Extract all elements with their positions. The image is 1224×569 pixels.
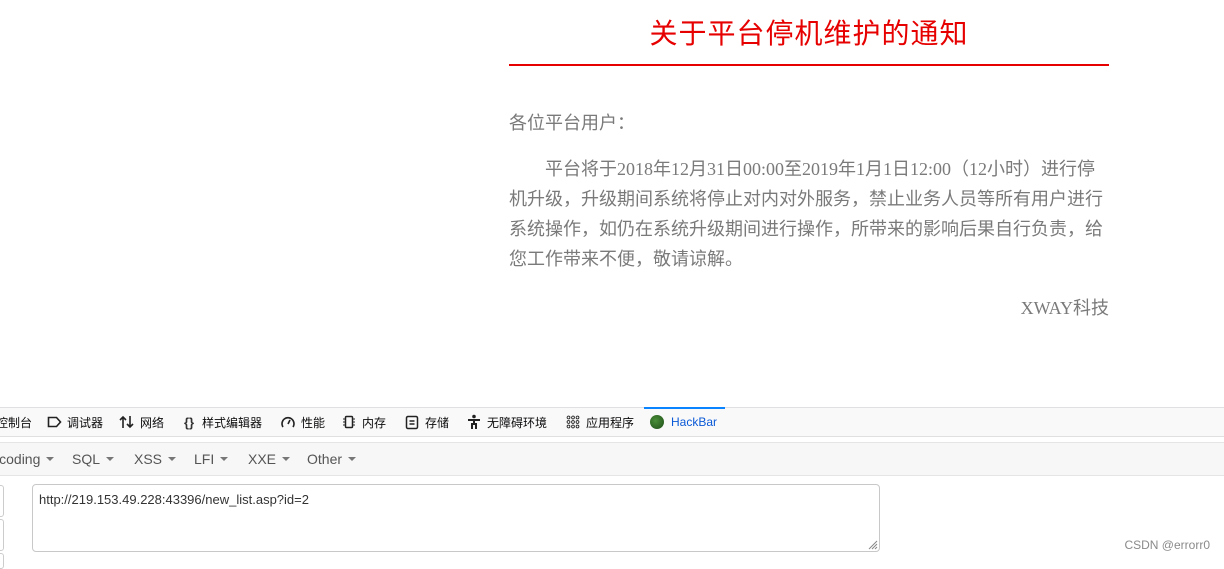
execute-button[interactable] [0,553,4,569]
apps-grid-icon [565,414,581,430]
menu-xxe[interactable]: XXE [248,443,291,475]
memory-chip-icon [341,414,357,430]
menu-encoding[interactable]: Encoding [0,443,55,475]
tab-style-editor-label: 样式编辑器 [202,415,263,430]
tab-console[interactable]: 控制台 [0,408,32,436]
gauge-icon [280,414,296,430]
debugger-icon [46,414,62,430]
hackbar-menubar: Encoding SQL XSS LFI XXE Other [0,442,1224,476]
devtools-panel: 控制台 调试器 网络 {} 样式编辑器 性能 内存 存储 无障碍环境 应用程序 … [0,407,1224,569]
watermark: CSDN @errorr0 [1124,538,1210,552]
tab-debugger[interactable]: 调试器 [46,408,103,436]
split-url-button[interactable] [0,519,4,551]
tab-hackbar-label: HackBar [671,415,718,429]
notice-title: 关于平台停机维护的通知 [649,17,969,50]
menu-xss[interactable]: XSS [134,443,177,475]
url-input[interactable]: http://219.153.49.228:43396/new_list.asp… [32,484,880,552]
tab-memory-label: 内存 [362,415,387,430]
menu-sql[interactable]: SQL [72,443,115,475]
menu-xxe-label: XXE [248,451,277,467]
tab-storage[interactable]: 存储 [404,408,449,436]
tab-performance-label: 性能 [301,415,326,430]
tab-accessibility[interactable]: 无障碍环境 [466,408,547,436]
tab-application-label: 应用程序 [586,415,635,430]
menu-encoding-label: Encoding [0,451,41,467]
menu-other[interactable]: Other [307,443,357,475]
caret-down-icon [106,457,115,461]
tab-style-editor[interactable]: {} 样式编辑器 [181,408,262,436]
caret-down-icon [282,457,291,461]
tab-storage-label: 存储 [425,415,450,430]
menu-sql-label: SQL [72,451,101,467]
tab-memory[interactable]: 内存 [341,408,386,436]
title-divider [509,64,1109,66]
tab-console-label: 控制台 [0,415,33,430]
accessibility-icon [466,414,482,430]
tab-network[interactable]: 网络 [119,408,164,436]
tab-performance[interactable]: 性能 [280,408,325,436]
caret-down-icon [168,457,177,461]
notice-greeting: 各位平台用户： [509,113,635,133]
storage-icon [404,414,420,430]
load-url-button[interactable] [0,485,4,517]
menu-other-label: Other [307,451,343,467]
menu-lfi[interactable]: LFI [194,443,229,475]
braces-icon: {} [183,414,195,430]
caret-down-icon [220,457,229,461]
resize-grip-icon[interactable] [866,538,878,550]
hackbar-logo-icon [650,415,664,429]
caret-down-icon [348,457,357,461]
caret-down-icon [46,457,55,461]
tab-network-label: 网络 [140,415,165,430]
devtools-tabbar: 控制台 调试器 网络 {} 样式编辑器 性能 内存 存储 无障碍环境 应用程序 … [0,407,1224,437]
menu-xss-label: XSS [134,451,163,467]
notice-paragraph: 平台将于2018年12月31日00:00至2019年1月1日12:00（12小时… [509,159,1103,269]
notice-body: 各位平台用户： 平台将于2018年12月31日00:00至2019年1月1日12… [509,108,1109,274]
tab-hackbar[interactable]: HackBar [643,407,726,436]
network-arrows-icon [119,414,135,430]
tab-debugger-label: 调试器 [67,415,104,430]
notice-signature: XWAY科技 [1020,298,1109,318]
tab-application[interactable]: 应用程序 [565,408,634,436]
menu-lfi-label: LFI [194,451,215,467]
tab-accessibility-label: 无障碍环境 [487,415,548,430]
